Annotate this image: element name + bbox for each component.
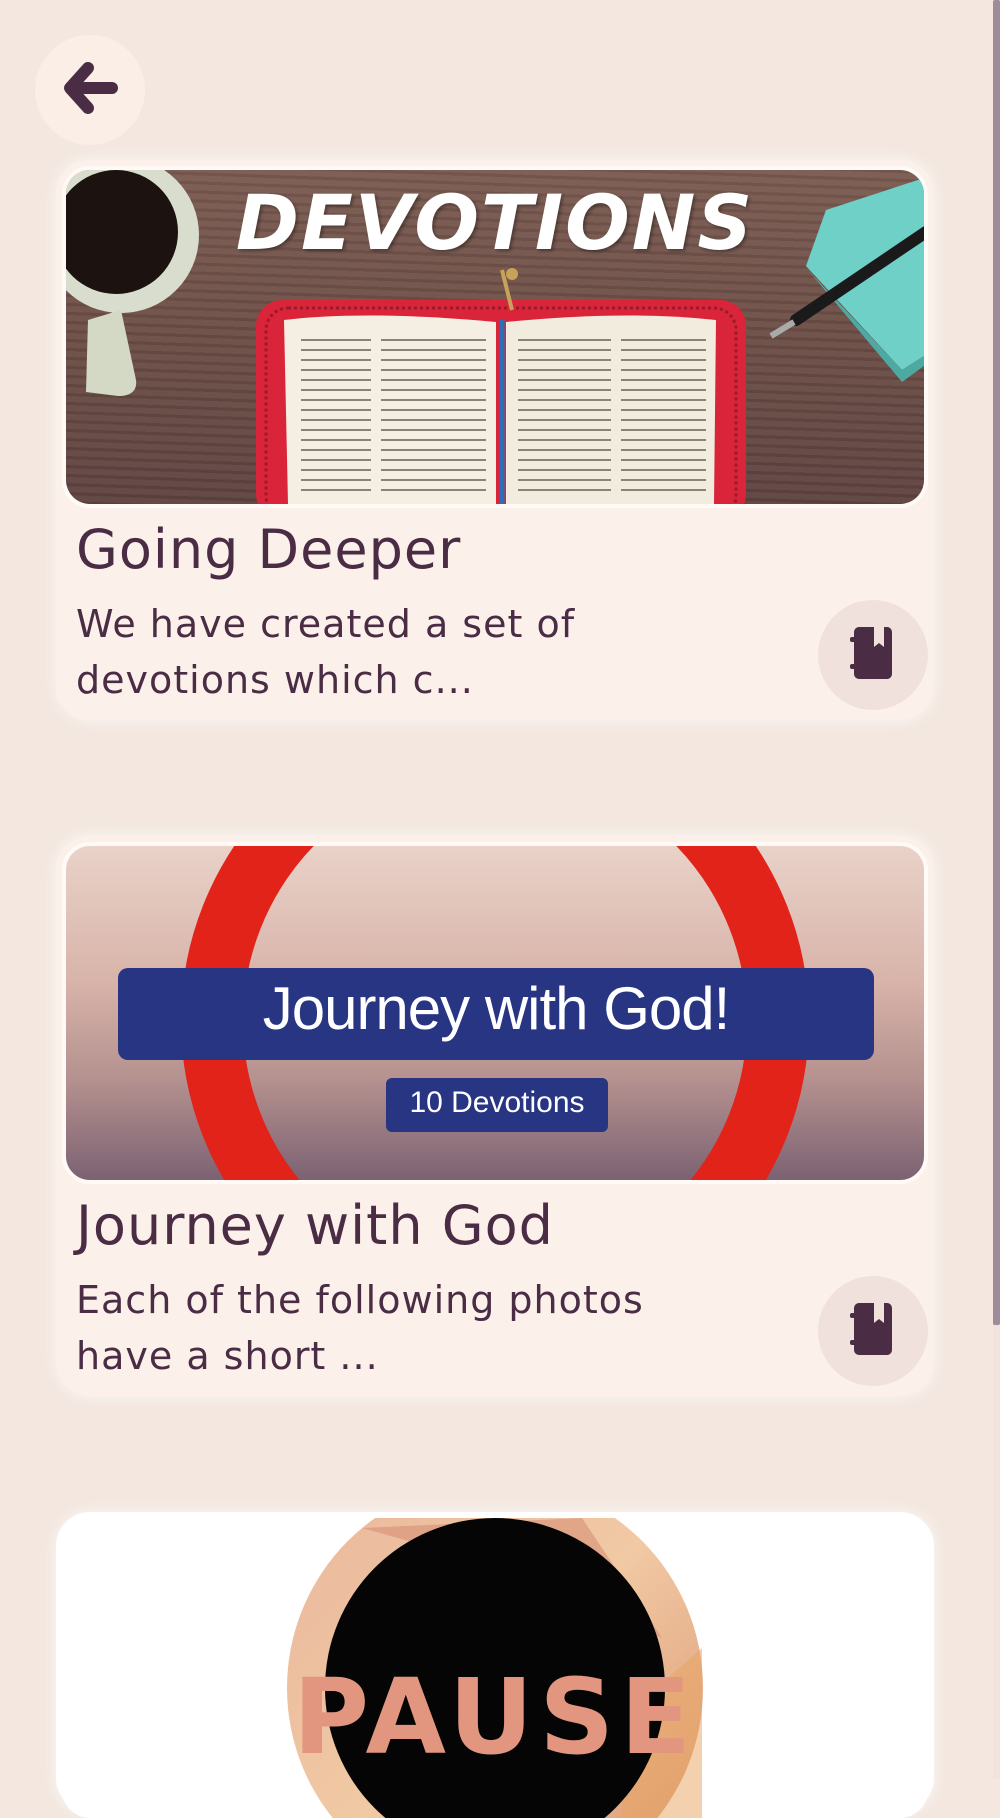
card-description: Each of the following photos have a shor… <box>76 1278 644 1378</box>
scrollbar-thumb[interactable] <box>993 0 1000 1325</box>
book-bookmark-icon <box>850 1301 896 1361</box>
devotion-card-journey-with-god[interactable]: Journey with God! 10 Devotions Journey w… <box>56 836 934 1396</box>
journey-image-subcaption: 10 Devotions <box>409 1086 585 1119</box>
open-devotion-button[interactable] <box>818 1276 928 1386</box>
devotions-image-caption: DEVOTIONS <box>235 178 755 267</box>
devotion-card-image: Journey with God! 10 Devotions <box>62 842 928 1184</box>
devotion-card-pause[interactable]: PAUSE <box>56 1512 934 1818</box>
arrow-left-icon <box>62 62 118 118</box>
devotion-card-image: DEVOTIONS <box>62 166 928 508</box>
card-title: Journey with God <box>76 1194 554 1257</box>
journey-image-caption: Journey with God! <box>262 975 731 1042</box>
card-description: We have created a set of devotions which… <box>76 602 576 702</box>
back-button[interactable] <box>35 35 145 145</box>
card-title: Going Deeper <box>76 518 462 581</box>
scrollbar-track[interactable] <box>993 0 1000 1778</box>
devotion-card-going-deeper[interactable]: DEVOTIONS Going Deeper We have created a… <box>56 160 934 720</box>
devotion-card-image: PAUSE <box>62 1518 928 1818</box>
open-devotion-button[interactable] <box>818 600 928 710</box>
pause-image-caption: PAUSE <box>292 1656 698 1778</box>
book-bookmark-icon <box>850 625 896 685</box>
